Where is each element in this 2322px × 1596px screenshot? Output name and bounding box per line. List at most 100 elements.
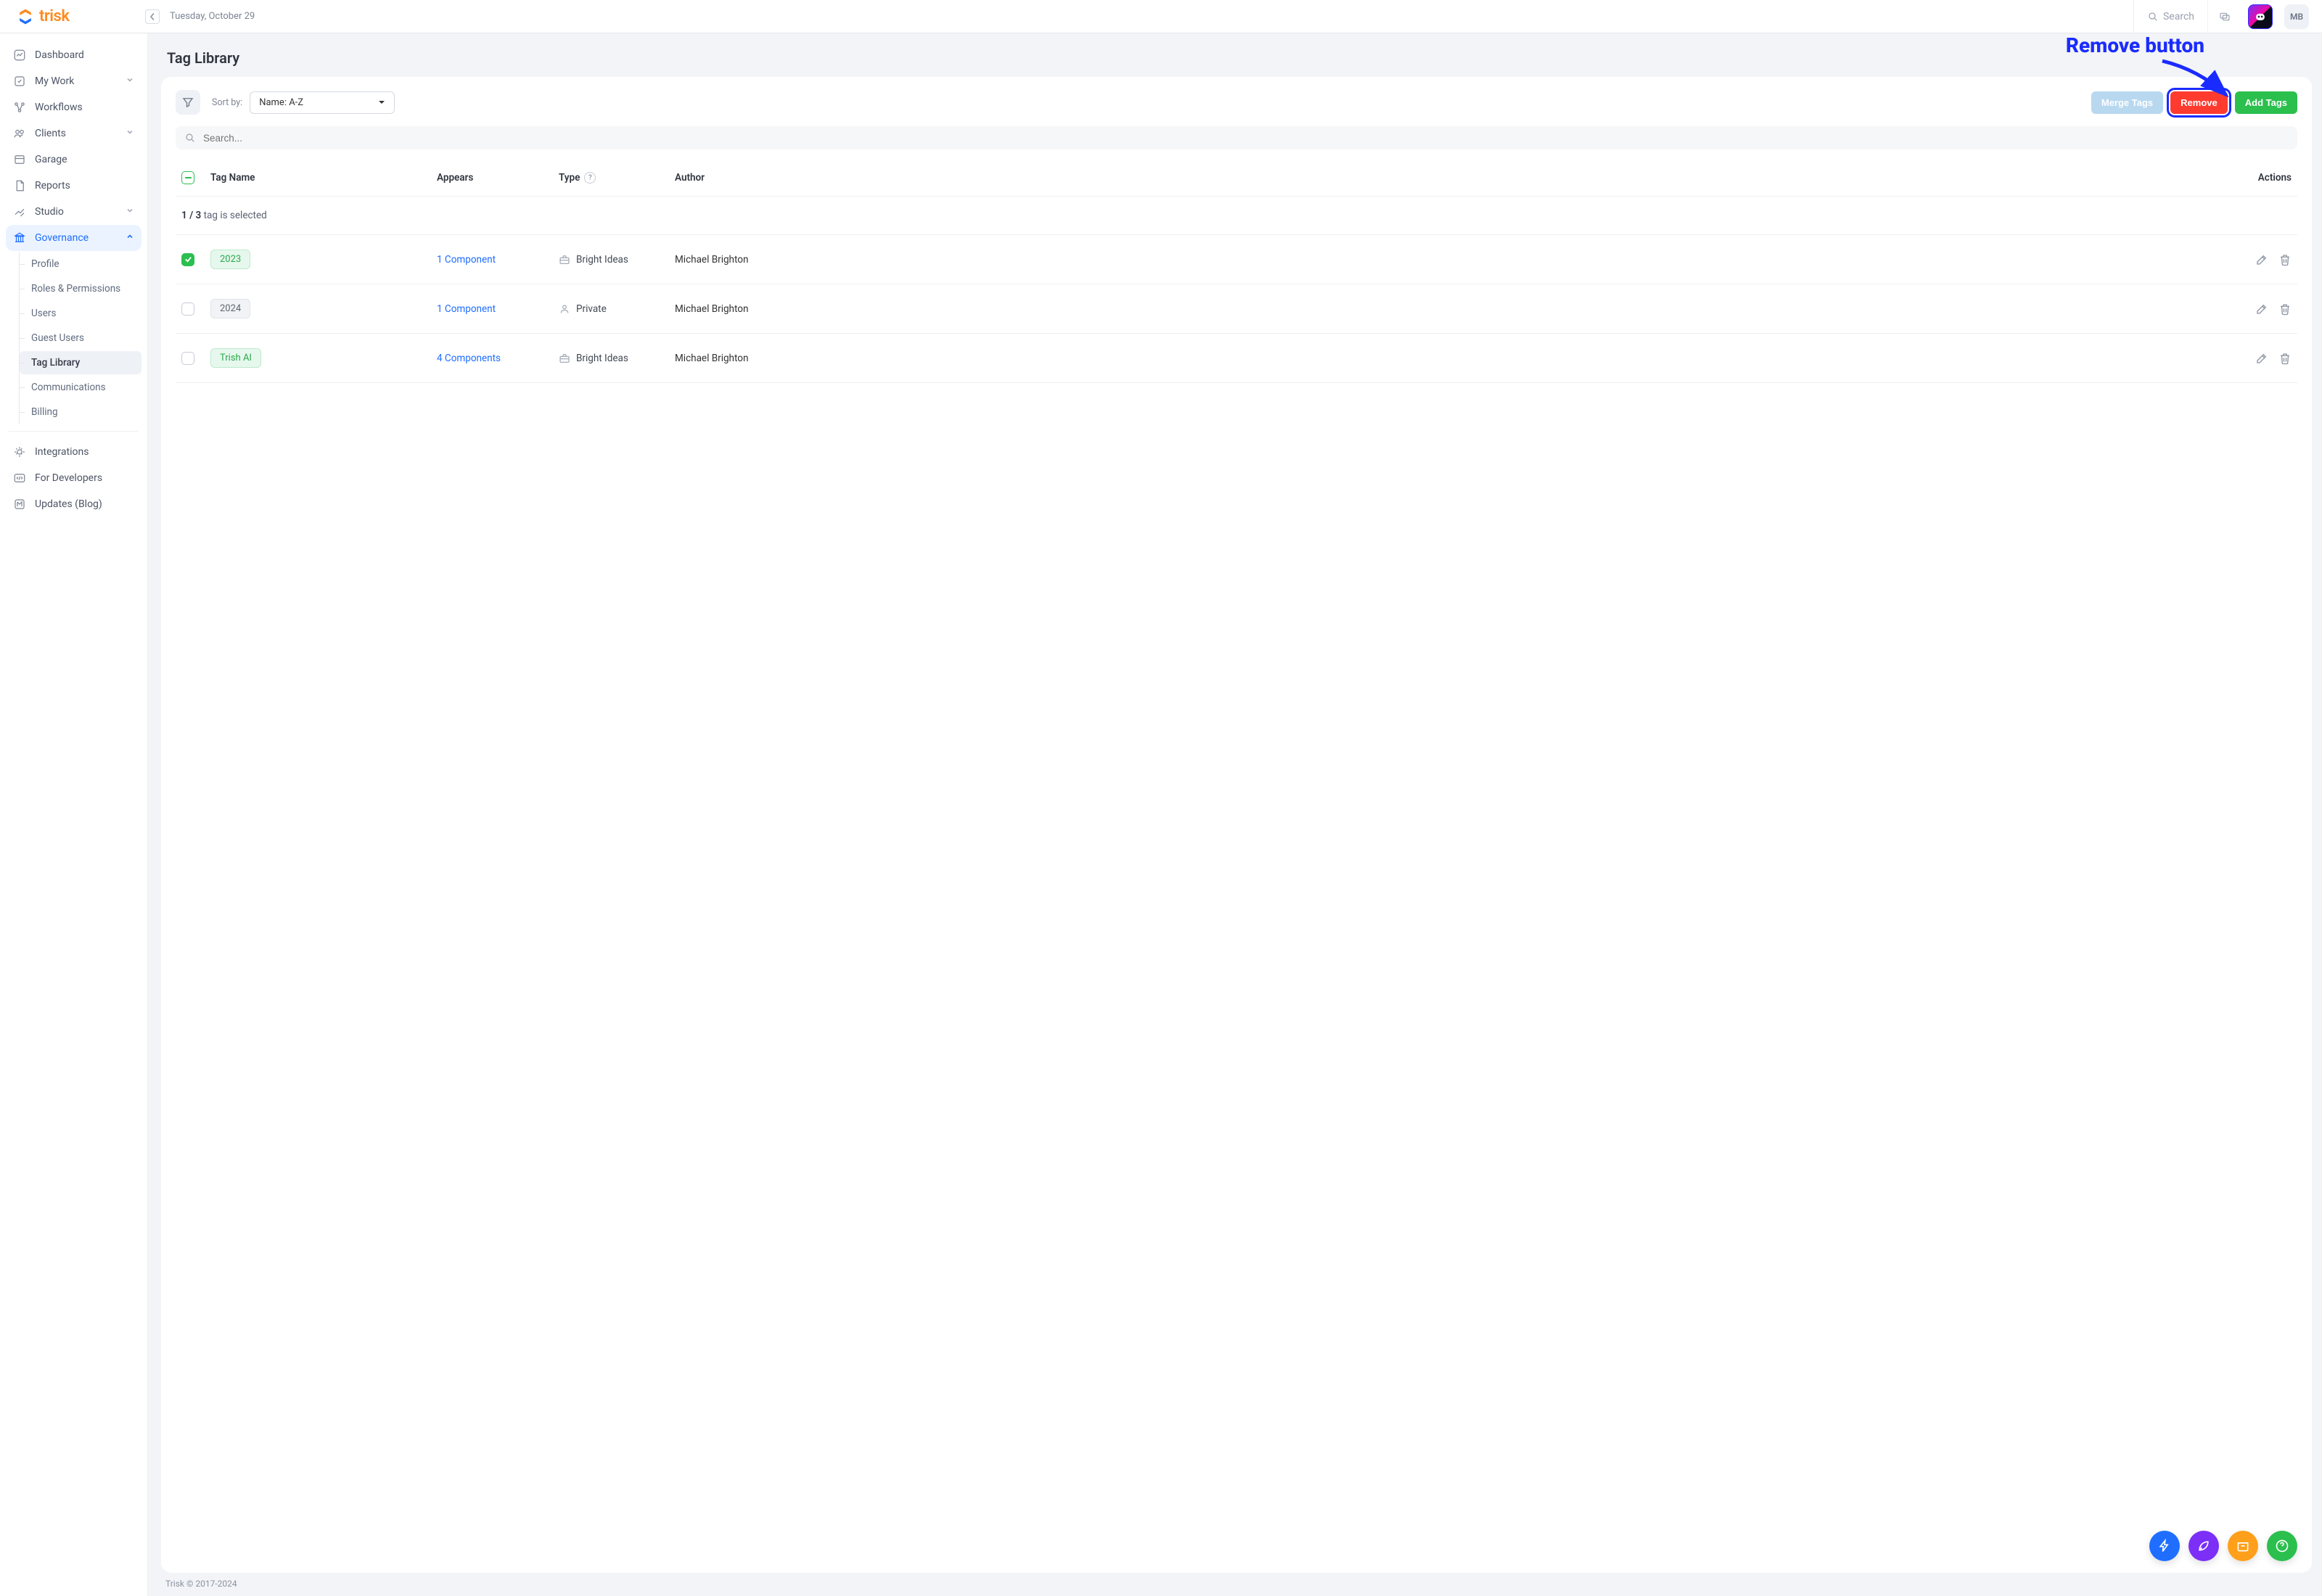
row-checkbox[interactable] [181,352,194,365]
subnav-billing[interactable]: Billing [20,400,141,424]
nav-developers[interactable]: For Developers [6,465,141,491]
global-search[interactable]: Search [2133,0,2207,33]
subnav-tag-library[interactable]: Tag Library [20,351,141,374]
table-row: 2023 1 Component Bright Ideas Michael Brigh… [176,235,2297,284]
floating-actions [2149,1531,2297,1561]
nav-updates[interactable]: Updates (Blog) [6,491,141,517]
chevron-down-icon [126,206,134,218]
table-search[interactable] [176,126,2297,149]
filter-button[interactable] [176,90,200,115]
main-panel: Sort by: Name: A-Z Merge Tags Remove Add… [161,77,2312,1573]
subnav-guest-users[interactable]: Guest Users [20,326,141,350]
workflows-icon [13,101,26,114]
logo-text: trisk [39,7,69,25]
fab-help[interactable] [2267,1531,2297,1561]
col-tag-name[interactable]: Tag Name [210,172,437,184]
fab-archive[interactable] [2228,1531,2258,1561]
clients-icon [13,127,26,140]
nav-workflows[interactable]: Workflows [6,94,141,120]
chevron-up-icon [126,232,134,244]
governance-icon [13,231,26,244]
sidebar-collapse-button[interactable] [145,9,160,24]
delete-icon[interactable] [2278,253,2292,266]
subnav-roles[interactable]: Roles & Permissions [20,277,141,300]
search-icon [184,132,196,144]
user-avatar[interactable]: MB [2284,4,2309,29]
divider [9,431,139,432]
filter-icon [181,96,194,109]
tag-chip[interactable]: Trish AI [210,348,261,368]
nav-studio[interactable]: Studio [6,199,141,225]
person-icon [559,303,570,315]
search-placeholder: Search [2163,11,2194,22]
footer-copyright: Trisk © 2017-2024 [148,1573,2322,1596]
col-author[interactable]: Author [675,172,2226,184]
chat-icon [2219,11,2231,22]
messages-button[interactable] [2207,0,2241,33]
selection-summary: 1 / 3 tag is selected [176,197,2297,235]
edit-icon[interactable] [2255,352,2268,365]
merge-tags-button[interactable]: Merge Tags [2091,91,2163,114]
table-search-input[interactable] [203,133,2289,144]
row-checkbox[interactable] [181,253,194,266]
question-icon [2275,1539,2289,1553]
appears-link[interactable]: 1 Component [437,303,496,315]
logo-icon [16,7,35,26]
search-icon [2147,11,2159,22]
sort-by-label: Sort by: [212,97,242,108]
governance-subnav: Profile Roles & Permissions Users Guest … [19,252,141,424]
fab-launch[interactable] [2188,1531,2219,1561]
delete-icon[interactable] [2278,352,2292,365]
select-all-checkbox[interactable] [181,171,194,184]
chevron-down-icon [126,75,134,87]
fab-quick-action[interactable] [2149,1531,2180,1561]
subnav-profile[interactable]: Profile [20,252,141,276]
edit-icon[interactable] [2255,303,2268,316]
col-type[interactable]: Type ? [559,172,675,184]
author-cell: Michael Brighton [675,303,2226,315]
archive-icon [2236,1539,2250,1553]
remove-button[interactable]: Remove [2170,91,2228,114]
nav-integrations[interactable]: Integrations [6,439,141,465]
appears-link[interactable]: 1 Component [437,254,496,266]
chevron-left-icon [149,13,156,20]
garage-icon [13,153,26,166]
row-checkbox[interactable] [181,303,194,316]
nav-my-work[interactable]: My Work [6,68,141,94]
nav-garage[interactable]: Garage [6,147,141,173]
nav-reports[interactable]: Reports [6,173,141,199]
table-row: 2024 1 Component Private Michael Brighton [176,284,2297,334]
author-cell: Michael Brighton [675,254,2226,266]
col-appears[interactable]: Appears [437,172,559,184]
bolt-icon [2157,1539,2172,1553]
integrations-icon [13,445,26,458]
dropdown-caret-icon [378,99,385,106]
tag-chip[interactable]: 2024 [210,299,250,318]
nav-dashboard[interactable]: Dashboard [6,42,141,68]
add-tags-button[interactable]: Add Tags [2235,91,2297,114]
sort-select[interactable]: Name: A-Z [250,91,395,114]
sidebar: Dashboard My Work Workflows Clients [0,33,148,1596]
ai-assistant-button[interactable] [2248,4,2273,29]
subnav-communications[interactable]: Communications [20,376,141,399]
current-date: Tuesday, October 29 [170,11,255,22]
appears-link[interactable]: 4 Components [437,353,501,364]
toolbar: Sort by: Name: A-Z Merge Tags Remove Add… [161,77,2312,123]
developers-icon [13,472,26,485]
type-cell: Private [559,303,607,315]
dashboard-icon [13,49,26,62]
nav-governance[interactable]: Governance [6,225,141,251]
edit-icon[interactable] [2255,253,2268,266]
my-work-icon [13,75,26,88]
author-cell: Michael Brighton [675,353,2226,364]
nav-clients[interactable]: Clients [6,120,141,147]
logo[interactable]: trisk [0,7,145,26]
topbar: trisk Tuesday, October 29 Search MB [0,0,2322,33]
tags-table: Tag Name Appears Type ? Author Actions 1… [161,149,2312,383]
delete-icon[interactable] [2278,303,2292,316]
annotation-label: Remove button [2066,33,2204,57]
type-cell: Bright Ideas [559,254,628,266]
tag-chip[interactable]: 2023 [210,250,250,269]
subnav-users[interactable]: Users [20,302,141,325]
help-icon[interactable]: ? [584,172,596,184]
